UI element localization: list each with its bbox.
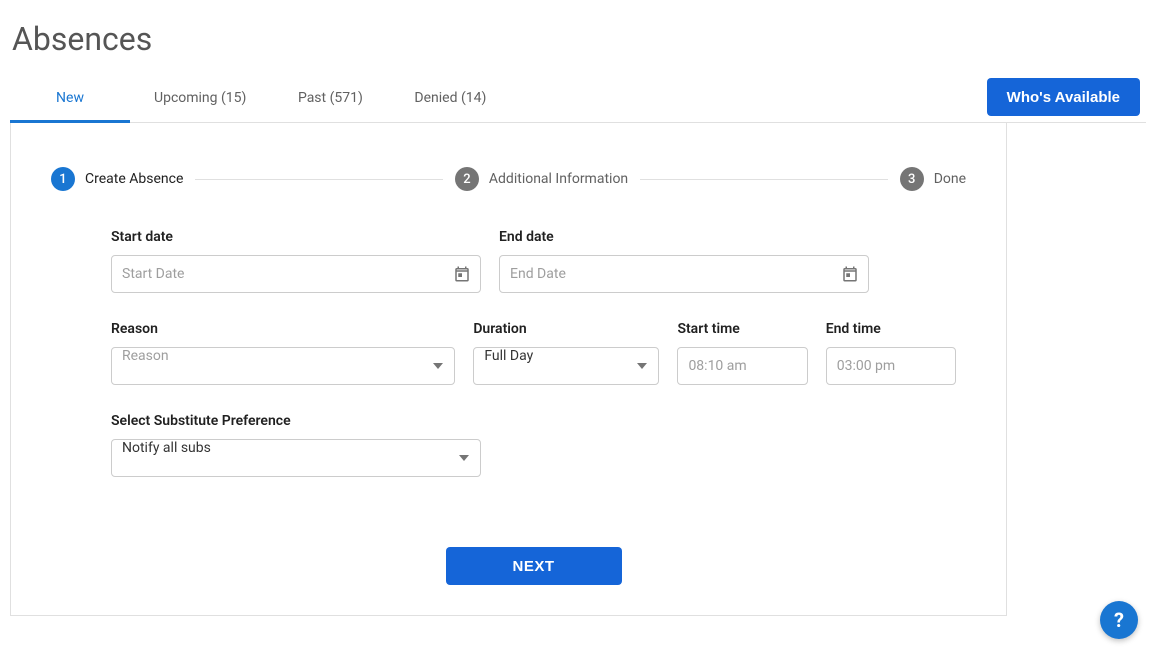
end-time-label: End time [826,321,956,337]
substitute-group: Select Substitute Preference Notify all … [111,413,481,477]
substitute-select[interactable]: Notify all subs [111,439,481,477]
step-label: Create Absence [85,171,183,187]
start-time-input[interactable] [677,347,807,385]
reason-select[interactable]: Reason [111,347,455,385]
step-create-absence: 1 Create Absence [51,167,183,191]
tab-upcoming[interactable]: Upcoming (15) [130,78,270,122]
step-number: 2 [455,167,479,191]
start-date-label: Start date [111,229,481,245]
tabs: New Upcoming (15) Past (571) Denied (14) [10,78,987,122]
page-title: Absences [12,20,1146,58]
end-date-label: End date [499,229,869,245]
end-date-input[interactable] [499,255,869,293]
step-done: 3 Done [900,167,966,191]
tabs-row: New Upcoming (15) Past (571) Denied (14)… [10,78,1146,123]
form-card: 1 Create Absence 2 Additional Informatio… [10,123,1007,616]
step-number: 1 [51,167,75,191]
substitute-label: Select Substitute Preference [111,413,481,429]
step-line [640,179,888,180]
reason-label: Reason [111,321,455,337]
step-line [195,179,443,180]
start-date-group: Start date [111,229,481,293]
next-button[interactable]: NEXT [446,547,622,585]
tab-past[interactable]: Past (571) [270,78,390,122]
whos-available-button[interactable]: Who's Available [987,78,1140,116]
end-time-group: End time [826,321,956,385]
step-label: Additional Information [489,171,628,187]
create-absence-form: Start date End date Reason [51,229,966,585]
duration-group: Duration Full Day [473,321,659,385]
help-button[interactable]: ? [1100,601,1138,639]
start-date-input[interactable] [111,255,481,293]
tab-denied[interactable]: Denied (14) [390,78,510,122]
end-date-group: End date [499,229,869,293]
stepper: 1 Create Absence 2 Additional Informatio… [51,167,966,191]
step-additional-info: 2 Additional Information [455,167,628,191]
start-time-label: Start time [677,321,807,337]
reason-group: Reason Reason [111,321,455,385]
tab-new[interactable]: New [10,78,130,122]
step-number: 3 [900,167,924,191]
duration-label: Duration [473,321,659,337]
end-time-input[interactable] [826,347,956,385]
step-label: Done [934,171,966,187]
duration-select[interactable]: Full Day [473,347,659,385]
start-time-group: Start time [677,321,807,385]
